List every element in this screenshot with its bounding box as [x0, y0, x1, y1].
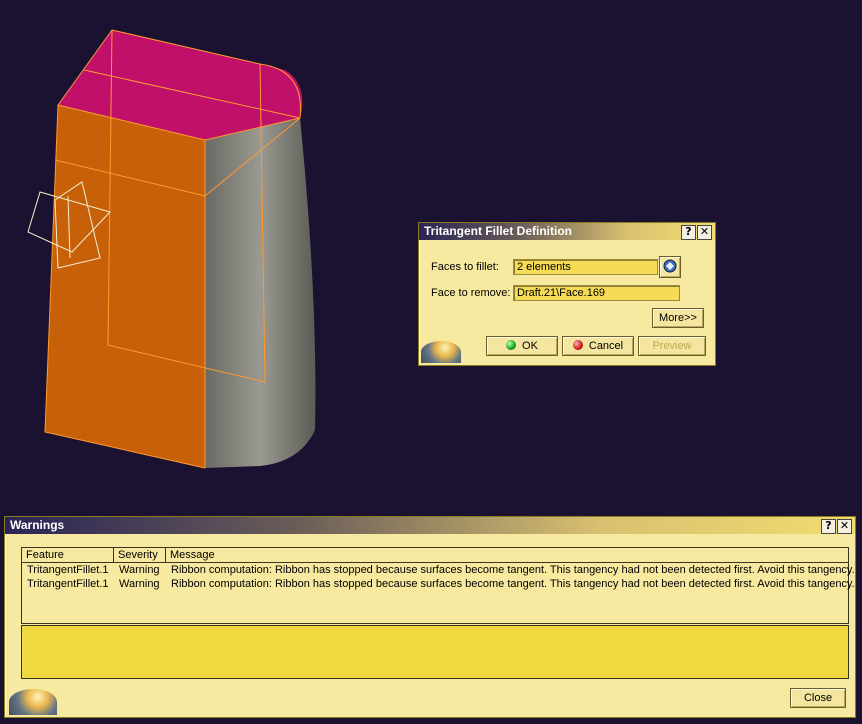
cell-severity: Warning — [119, 564, 160, 576]
column-header-message[interactable]: Message — [166, 548, 846, 562]
cancel-button[interactable]: Cancel — [562, 336, 634, 356]
warnings-titlebar[interactable]: Warnings ? ✕ — [5, 517, 855, 534]
compass-globe-icon — [421, 341, 461, 363]
ok-green-icon — [506, 340, 517, 350]
preview-button[interactable]: Preview — [638, 336, 706, 356]
cancel-label: Cancel — [588, 340, 624, 352]
column-header-severity[interactable]: Severity — [114, 548, 166, 562]
face-selector-button[interactable] — [659, 256, 681, 278]
fillet-dialog-title: Tritangent Fillet Definition — [424, 224, 572, 238]
face-selector-icon — [663, 259, 677, 273]
cell-feature: TritangentFillet.1 — [27, 578, 109, 590]
close-button[interactable]: ✕ — [697, 225, 712, 240]
close-button[interactable]: Close — [790, 688, 846, 708]
cell-severity: Warning — [119, 578, 160, 590]
more-button[interactable]: More>> — [652, 308, 704, 328]
faces-to-fillet-label: Faces to fillet: — [431, 261, 499, 273]
table-row[interactable]: TritangentFillet.1 Warning Ribbon comput… — [22, 577, 855, 591]
cancel-red-icon — [572, 340, 583, 350]
help-button[interactable]: ? — [681, 225, 696, 240]
cylinder-face — [205, 118, 316, 468]
faces-to-fillet-field[interactable]: 2 elements — [513, 259, 658, 275]
warnings-title: Warnings — [10, 518, 65, 532]
warnings-help-button[interactable]: ? — [821, 519, 836, 534]
cell-message: Ribbon computation: Ribbon has stopped b… — [171, 564, 855, 576]
face-to-remove-field[interactable]: Draft.21\Face.169 — [513, 285, 680, 301]
message-detail-pane — [21, 625, 849, 679]
front-face — [45, 105, 205, 468]
ok-button[interactable]: OK — [486, 336, 558, 356]
warnings-table: Feature Severity Message TritangentFille… — [21, 547, 855, 624]
tritangent-fillet-dialog: Tritangent Fillet Definition ? ✕ Faces t… — [418, 222, 716, 366]
cell-feature: TritangentFillet.1 — [27, 564, 109, 576]
face-to-remove-label: Face to remove: — [431, 287, 511, 299]
cell-message: Ribbon computation: Ribbon has stopped b… — [171, 578, 855, 590]
table-header: Feature Severity Message — [22, 548, 848, 563]
table-row[interactable]: TritangentFillet.1 Warning Ribbon comput… — [22, 563, 855, 577]
fillet-dialog-titlebar[interactable]: Tritangent Fillet Definition ? ✕ — [419, 223, 715, 240]
warnings-close-x-button[interactable]: ✕ — [837, 519, 852, 534]
warnings-dialog: Warnings ? ✕ Feature Severity Message Tr… — [4, 516, 856, 718]
ok-label: OK — [522, 340, 538, 352]
compass-globe-icon — [9, 689, 57, 715]
column-header-feature[interactable]: Feature — [22, 548, 114, 562]
